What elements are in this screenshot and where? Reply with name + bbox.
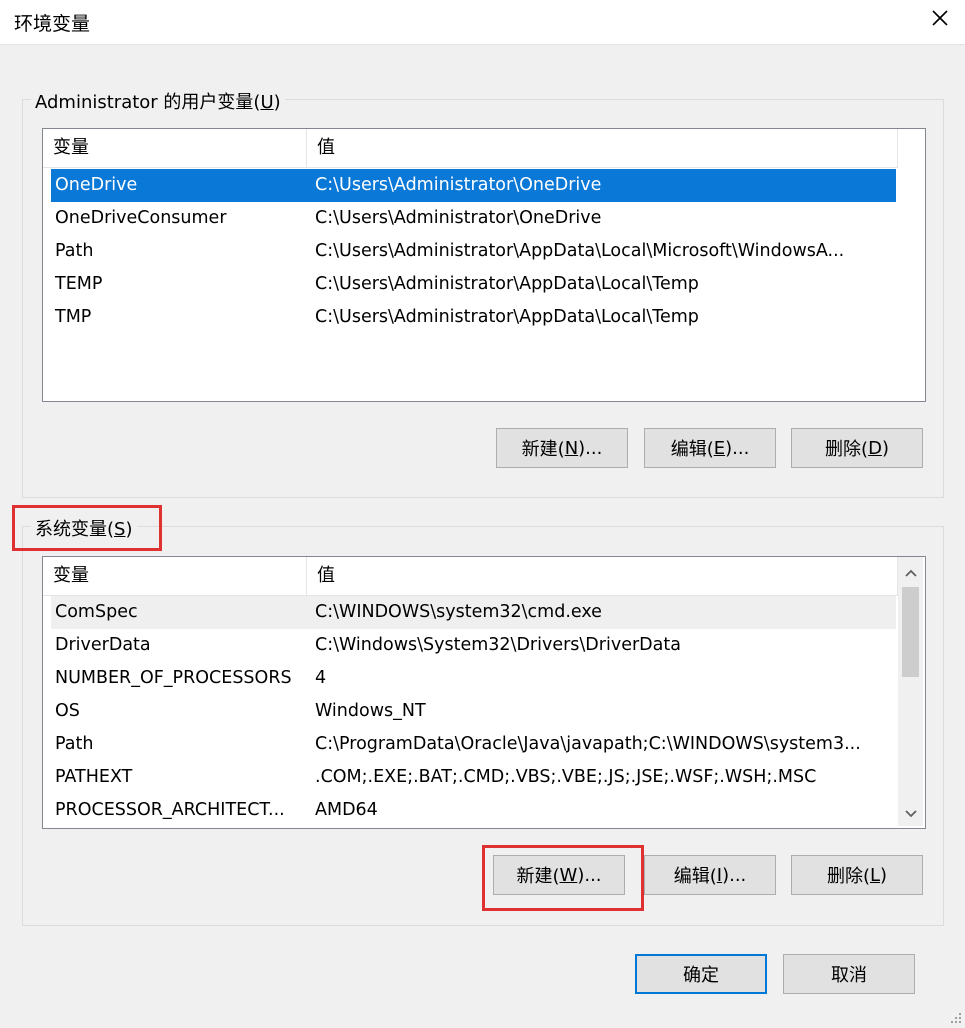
list-item[interactable]: OneDrive C:\Users\Administrator\OneDrive <box>51 169 896 202</box>
list-item[interactable]: Path C:\ProgramData\Oracle\Java\javapath… <box>51 728 896 761</box>
user-variables-label: Administrator 的用户变量(U) <box>31 88 285 114</box>
column-header-variable[interactable]: 变量 <box>43 557 307 595</box>
column-header-value[interactable]: 值 <box>307 557 898 595</box>
list-item[interactable]: PROCESSOR_ARCHITECT... AMD64 <box>51 794 896 827</box>
variable-value: 4 <box>315 668 327 688</box>
variable-name: TEMP <box>55 274 103 294</box>
chevron-up-icon <box>904 562 917 581</box>
chevron-down-icon <box>904 803 917 822</box>
variable-name: OneDriveConsumer <box>55 208 227 228</box>
user-edit-button[interactable]: 编辑(E)... <box>644 428 776 468</box>
variable-value: C:\Windows\System32\Drivers\DriverData <box>315 635 681 655</box>
variable-value: C:\ProgramData\Oracle\Java\javapath;C:\W… <box>315 734 861 754</box>
variable-name: OneDrive <box>55 175 138 195</box>
scroll-up-button[interactable] <box>898 557 923 585</box>
variable-value: C:\Users\Administrator\AppData\Local\Mic… <box>315 241 845 261</box>
variable-value: C:\Users\Administrator\AppData\Local\Tem… <box>315 307 699 327</box>
variable-name: PROCESSOR_ARCHITECT... <box>55 800 285 820</box>
annotation-box-system-new <box>482 845 644 911</box>
vertical-scrollbar[interactable] <box>898 557 923 826</box>
resize-grip[interactable] <box>950 1009 962 1023</box>
list-item[interactable]: NUMBER_OF_PROCESSORS 4 <box>51 662 896 695</box>
list-item[interactable]: TEMP C:\Users\Administrator\AppData\Loca… <box>51 268 896 301</box>
list-item[interactable]: TMP C:\Users\Administrator\AppData\Local… <box>51 301 896 334</box>
ok-button[interactable]: 确定 <box>635 954 767 994</box>
close-icon <box>931 9 949 31</box>
variable-name: DriverData <box>55 635 151 655</box>
user-new-button[interactable]: 新建(N)... <box>496 428 628 468</box>
variable-name: PATHEXT <box>55 767 133 787</box>
variable-value: .COM;.EXE;.BAT;.CMD;.VBS;.VBE;.JS;.JSE;.… <box>315 767 817 787</box>
variable-name: ComSpec <box>55 602 138 622</box>
cancel-button[interactable]: 取消 <box>783 954 915 994</box>
variable-name: Path <box>55 734 94 754</box>
list-item[interactable]: ComSpec C:\WINDOWS\system32\cmd.exe <box>51 596 896 629</box>
variable-name: NUMBER_OF_PROCESSORS <box>55 668 292 688</box>
user-delete-button[interactable]: 删除(D) <box>791 428 923 468</box>
system-variables-list[interactable]: 变量 值 ComSpec C:\WINDOWS\system32\cmd.exe… <box>42 556 926 829</box>
annotation-box-system-label <box>12 505 162 551</box>
list-item[interactable]: PATHEXT .COM;.EXE;.BAT;.CMD;.VBS;.VBE;.J… <box>51 761 896 794</box>
window-title: 环境变量 <box>14 13 91 35</box>
variable-name: TMP <box>55 307 92 327</box>
variable-name: OS <box>55 701 80 721</box>
variable-value: C:\Users\Administrator\AppData\Local\Tem… <box>315 274 699 294</box>
title-bar: 环境变量 <box>0 0 965 44</box>
variable-value: C:\Users\Administrator\OneDrive <box>315 208 602 228</box>
user-variables-list[interactable]: 变量 值 OneDrive C:\Users\Administrator\One… <box>42 128 926 402</box>
system-edit-button[interactable]: 编辑(I)... <box>644 855 776 895</box>
list-header: 变量 值 <box>43 557 898 596</box>
variable-value: C:\WINDOWS\system32\cmd.exe <box>315 602 602 622</box>
variable-value: Windows_NT <box>315 701 426 721</box>
system-delete-button[interactable]: 删除(L) <box>791 855 923 895</box>
column-header-variable[interactable]: 变量 <box>43 129 307 167</box>
variable-name: Path <box>55 241 94 261</box>
list-header: 变量 值 <box>43 129 898 168</box>
list-item[interactable]: OneDriveConsumer C:\Users\Administrator\… <box>51 202 896 235</box>
list-item[interactable]: Path C:\Users\Administrator\AppData\Loca… <box>51 235 896 268</box>
list-item[interactable]: OS Windows_NT <box>51 695 896 728</box>
scrollbar-thumb[interactable] <box>902 587 919 677</box>
column-header-value[interactable]: 值 <box>307 129 898 167</box>
scroll-down-button[interactable] <box>898 798 923 826</box>
title-separator <box>0 44 965 45</box>
variable-value: AMD64 <box>315 800 378 820</box>
list-item[interactable]: DriverData C:\Windows\System32\Drivers\D… <box>51 629 896 662</box>
variable-value: C:\Users\Administrator\OneDrive <box>315 175 602 195</box>
close-button[interactable] <box>915 0 965 40</box>
